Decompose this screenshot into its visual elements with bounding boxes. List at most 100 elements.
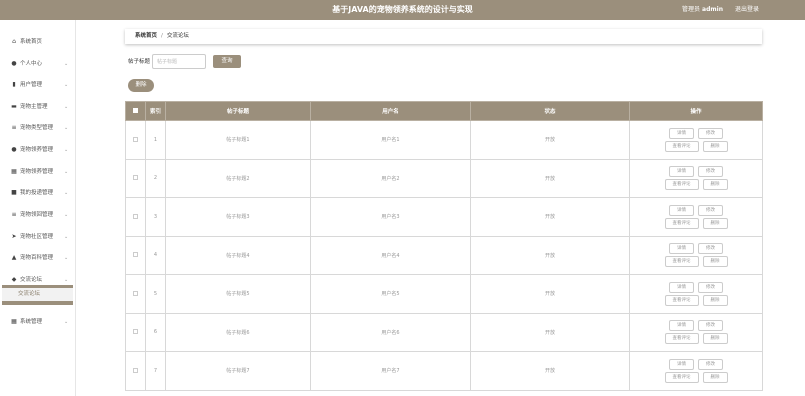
edit-button[interactable]: 修改 — [698, 127, 723, 139]
sidebar-item[interactable]: ≡ 宠物类型管理 ⌄ — [0, 121, 76, 135]
detail-button[interactable]: 详情 — [669, 243, 694, 255]
sidebar-item-label: 系统管理 — [20, 319, 43, 325]
row-username: 用户名2 — [310, 158, 471, 198]
row-username: 用户名7 — [310, 351, 471, 391]
chevron-down-icon: ⌄ — [64, 104, 69, 110]
row-index: 2 — [145, 158, 166, 198]
row-delete-button[interactable]: 删除 — [702, 256, 728, 268]
sidebar-item-label: 个人中心 — [20, 61, 43, 67]
home-icon: ⌂ — [12, 38, 16, 45]
row-actions: 详情 修改 查看评论 删除 — [629, 274, 763, 314]
sidebar-item[interactable]: ▲ 宠物百科管理 ⌄ — [0, 251, 76, 265]
sidebar-item[interactable]: ≡ 宠物领回管理 ⌄ — [0, 208, 76, 222]
sidebar-item[interactable]: ⌂ 系统首页 — [0, 35, 76, 49]
sidebar-item-label: 我的投递管理 — [20, 190, 54, 196]
bulk-delete-button[interactable]: 删除 — [128, 79, 154, 92]
view-comments-button[interactable]: 查看评论 — [664, 179, 699, 191]
edit-button[interactable]: 修改 — [698, 166, 723, 178]
edit-button[interactable]: 修改 — [698, 243, 723, 255]
row-actions: 详情 修改 查看评论 删除 — [629, 351, 763, 391]
row-delete-button[interactable]: 删除 — [702, 294, 728, 306]
row-title: 帖子标题4 — [165, 235, 311, 275]
row-checkbox[interactable] — [133, 290, 138, 296]
chevron-down-icon: ⌄ — [64, 234, 69, 240]
column-header-title: 帖子标题 — [165, 101, 311, 121]
sidebar-item[interactable]: ➤ 宠物社区管理 ⌄ — [0, 230, 76, 244]
sidebar-item-label: 宠物领回管理 — [20, 212, 54, 218]
table-row: 2 帖子标题2 用户名2 开放 详情 修改 查看评论 删除 — [125, 158, 763, 198]
table-row: 5 帖子标题5 用户名5 开放 详情 修改 查看评论 删除 — [125, 274, 763, 314]
row-select-cell — [125, 351, 146, 391]
table-row: 6 帖子标题6 用户名6 开放 详情 修改 查看评论 删除 — [125, 312, 763, 352]
view-comments-button[interactable]: 查看评论 — [664, 140, 699, 152]
cloud-icon: ● — [11, 146, 17, 153]
row-title: 帖子标题7 — [165, 351, 311, 391]
edit-button[interactable]: 修改 — [698, 204, 723, 216]
row-delete-button[interactable]: 删除 — [702, 333, 728, 345]
sidebar-item[interactable]: ■ 我的投递管理 ⌄ — [0, 186, 76, 200]
row-status: 开放 — [470, 351, 630, 391]
row-index: 4 — [145, 235, 166, 275]
view-comments-button[interactable]: 查看评论 — [664, 217, 699, 229]
edit-button[interactable]: 修改 — [698, 358, 723, 370]
sidebar-item[interactable]: ▬ 宠物主管理 ⌄ — [0, 100, 76, 114]
user-role: 管理员 — [682, 6, 701, 13]
row-delete-button[interactable]: 删除 — [702, 140, 728, 152]
view-comments-button[interactable]: 查看评论 — [664, 371, 699, 383]
detail-button[interactable]: 详情 — [669, 358, 694, 370]
detail-button[interactable]: 详情 — [669, 320, 694, 332]
detail-button[interactable]: 详情 — [669, 166, 694, 178]
menu-icon: ≡ — [11, 211, 17, 218]
chevron-down-icon: ⌄ — [64, 212, 69, 218]
column-header-username: 用户名 — [310, 101, 471, 121]
edit-button[interactable]: 修改 — [698, 320, 723, 332]
logout-button[interactable]: 退出登录 — [735, 6, 759, 13]
sidebar-item-label: 宠物领养管理 — [20, 147, 54, 153]
row-status: 开放 — [470, 274, 630, 314]
row-actions: 详情 修改 查看评论 删除 — [629, 312, 763, 352]
row-username: 用户名5 — [310, 274, 471, 314]
sidebar-item[interactable]: ▦ 系统管理 ⌄ — [0, 315, 76, 329]
sidebar-item[interactable]: ● 宠物领养管理 ⌄ — [0, 143, 76, 157]
sidebar-item-label: 宠物类型管理 — [20, 125, 54, 131]
row-checkbox[interactable] — [133, 367, 138, 373]
view-comments-button[interactable]: 查看评论 — [664, 294, 699, 306]
grid-icon: ▦ — [11, 168, 17, 175]
row-index: 1 — [145, 120, 166, 160]
select-all-checkbox[interactable] — [133, 108, 138, 113]
row-select-cell — [125, 312, 146, 352]
row-title: 帖子标题2 — [165, 158, 311, 198]
row-delete-button[interactable]: 删除 — [702, 179, 728, 191]
detail-button[interactable]: 详情 — [669, 281, 694, 293]
sidebar-item[interactable]: ● 个人中心 ⌄ — [0, 57, 76, 71]
message-icon: ■ — [11, 189, 17, 196]
row-status: 开放 — [470, 158, 630, 198]
row-title: 帖子标题6 — [165, 312, 311, 352]
row-status: 开放 — [470, 120, 630, 160]
table-icon: ▦ — [11, 318, 17, 325]
row-username: 用户名1 — [310, 120, 471, 160]
column-header-index: 索引 — [145, 101, 166, 121]
search-input[interactable] — [152, 54, 206, 69]
row-checkbox[interactable] — [133, 213, 138, 219]
row-checkbox[interactable] — [133, 252, 138, 258]
sidebar-subitem-forum[interactable]: 交流论坛 — [2, 288, 73, 301]
row-delete-button[interactable]: 删除 — [702, 217, 728, 229]
detail-button[interactable]: 详情 — [669, 204, 694, 216]
breadcrumb-home[interactable]: 系统首页 — [135, 33, 157, 39]
view-comments-button[interactable]: 查看评论 — [664, 333, 699, 345]
view-comments-button[interactable]: 查看评论 — [664, 256, 699, 268]
row-checkbox[interactable] — [133, 329, 138, 335]
submenu-bottom-band — [2, 301, 73, 305]
row-checkbox[interactable] — [133, 175, 138, 181]
search-button[interactable]: 查询 — [213, 55, 241, 68]
sidebar-item[interactable]: ▮ 用户管理 ⌄ — [0, 78, 76, 92]
detail-button[interactable]: 详情 — [669, 127, 694, 139]
chevron-down-icon: ⌄ — [64, 125, 69, 131]
row-delete-button[interactable]: 删除 — [702, 371, 728, 383]
edit-button[interactable]: 修改 — [698, 281, 723, 293]
table-row: 3 帖子标题3 用户名3 开放 详情 修改 查看评论 删除 — [125, 197, 763, 237]
row-checkbox[interactable] — [133, 136, 138, 142]
top-bar: 基于JAVA的宠物领养系统的设计与实现 管理员 admin 退出登录 — [0, 0, 805, 20]
sidebar-item[interactable]: ▦ 宠物领养管理 ⌄ — [0, 165, 76, 179]
